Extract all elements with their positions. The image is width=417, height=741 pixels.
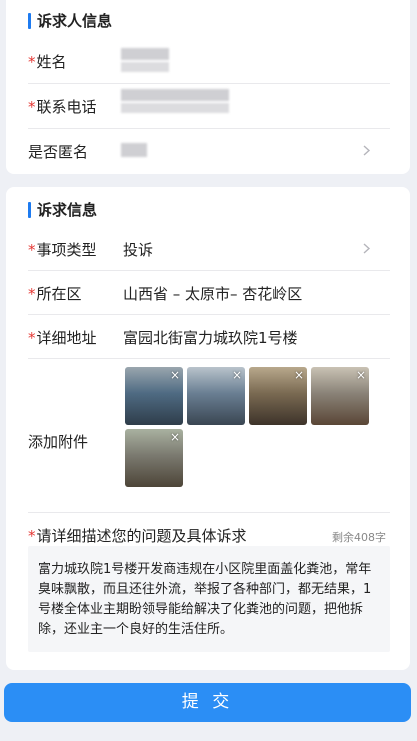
name-label: 姓名 [36,53,67,71]
attachment-thumbnail[interactable]: × [187,367,245,425]
attachment-label: 添加附件 [28,433,89,451]
remove-attachment-icon[interactable]: × [232,368,242,382]
submit-button[interactable]: 提 交 [4,683,411,722]
anonymous-label: 是否匿名 [28,143,89,161]
address-label: 详细地址 [36,329,97,347]
area-value: 山西省 – 太原市– 杏花岭区 [123,285,303,303]
type-row[interactable]: *事项类型 投诉 [28,227,390,271]
remove-attachment-icon[interactable]: × [170,430,180,444]
type-value: 投诉 [123,241,154,259]
required-mark: * [28,241,36,259]
description-text: 富力城玖院1号楼开发商违规在小区院里面盖化粪池，常年臭味飘散，而且还往外流，举报… [38,562,372,637]
name-value-redacted[interactable] [121,48,169,60]
attachment-thumbnail[interactable]: × [125,429,183,487]
anonymous-row[interactable]: 是否匿名 [28,129,390,173]
description-textarea[interactable]: 富力城玖院1号楼开发商违规在小区院里面盖化粪池，常年臭味飘散，而且还往外流，举报… [28,546,390,652]
remove-attachment-icon[interactable]: × [356,368,366,382]
phone-row[interactable]: *联系电话 [28,84,390,129]
address-value[interactable]: 富园北街富力城玖院1号楼 [123,327,298,348]
attachment-thumbnail[interactable]: × [125,367,183,425]
area-row[interactable]: *所在区 山西省 – 太原市– 杏花岭区 [28,271,390,315]
remove-attachment-icon[interactable]: × [294,368,304,382]
phone-label: 联系电话 [36,98,97,116]
required-mark: * [28,53,36,71]
chevron-right-icon [363,145,371,156]
remaining-count: 剩余408字 [332,531,386,544]
address-row[interactable]: *详细地址 富园北街富力城玖院1号楼 [28,315,390,359]
chevron-right-icon [363,243,371,254]
attachment-thumbnail[interactable]: × [311,367,369,425]
phone-value-redacted-2 [121,103,229,113]
anonymous-value-redacted [121,143,147,157]
appeal-card: 诉求信息 *事项类型 投诉 *所在区 山西省 – 太原市– 杏花岭区 *详细地址… [6,187,410,670]
section-title-appeal: 诉求信息 [28,201,97,219]
attachment-row: 添加附件 × × × × × [28,359,390,513]
required-mark: * [28,527,36,545]
attachment-thumbnail[interactable]: × [249,367,307,425]
phone-value-redacted[interactable] [121,89,229,101]
remove-attachment-icon[interactable]: × [170,368,180,382]
name-row[interactable]: *姓名 [28,38,390,84]
required-mark: * [28,329,36,347]
section-title-petitioner: 诉求人信息 [28,12,112,30]
description-label: 请详细描述您的问题及具体诉求 [36,527,247,545]
area-label: 所在区 [36,285,82,303]
required-mark: * [28,98,36,116]
type-label: 事项类型 [36,241,97,259]
required-mark: * [28,285,36,303]
petitioner-card: 诉求人信息 *姓名 *联系电话 是否匿名 [6,0,410,174]
name-value-redacted-2 [121,62,169,72]
